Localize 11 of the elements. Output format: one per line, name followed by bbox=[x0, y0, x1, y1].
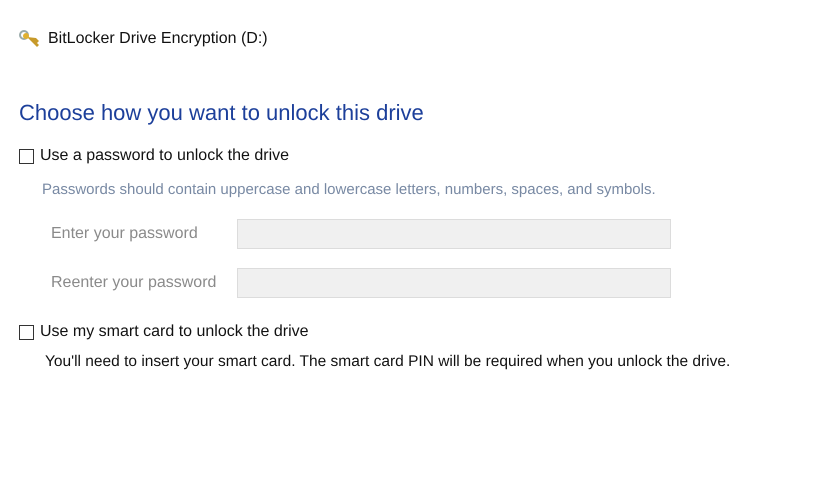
field-label: Reenter your password bbox=[51, 274, 218, 292]
checkbox-label[interactable]: Use my smart card to unlock the drive bbox=[40, 323, 309, 341]
field-label: Enter your password bbox=[51, 225, 199, 243]
checkbox-label[interactable]: Use a password to unlock the drive bbox=[40, 147, 290, 165]
checkbox[interactable] bbox=[19, 324, 34, 340]
page-heading: Choose how you want to unlock this drive bbox=[19, 100, 425, 126]
checkbox[interactable] bbox=[19, 148, 34, 164]
key-icon bbox=[18, 28, 42, 50]
password-hint: Passwords should contain uppercase and lowercase letters, numbers, spaces, and symbols. bbox=[42, 181, 657, 198]
smart-card-description: You'll need to insert your smart card. The smart card PIN will be required when you unlock the drive. bbox=[45, 353, 732, 371]
window-title: BitLocker Drive Encryption (D:) bbox=[48, 30, 268, 48]
